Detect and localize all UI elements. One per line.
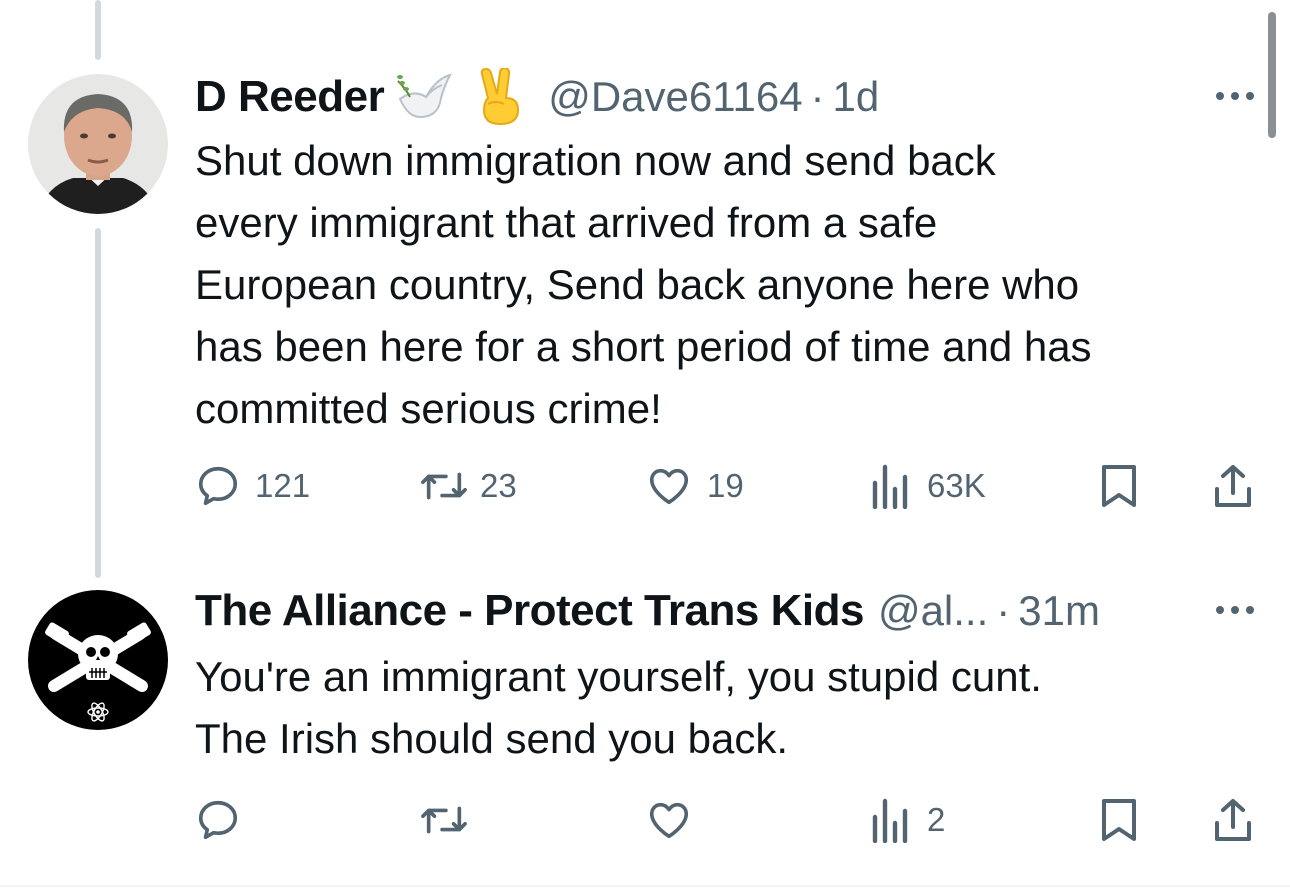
header-separator: · <box>810 73 825 120</box>
scrollbar[interactable] <box>1268 12 1276 138</box>
share-button[interactable] <box>1211 792 1255 848</box>
tweet-actions: 121 23 19 63K <box>195 458 1261 514</box>
tweet-actions: 2 <box>195 792 1261 848</box>
more-dot <box>1216 92 1224 100</box>
reply-icon <box>195 797 241 843</box>
author-name[interactable]: D Reeder <box>195 72 385 122</box>
author-handle[interactable]: @al... <box>878 587 988 635</box>
heart-icon <box>645 463 693 509</box>
like-button[interactable] <box>645 792 707 848</box>
thread-line-connector <box>95 228 101 578</box>
tweet-header: The Alliance - Protect Trans Kids @al...… <box>195 582 1100 640</box>
share-button[interactable] <box>1211 458 1255 514</box>
more-dot <box>1246 92 1254 100</box>
bookmark-button[interactable] <box>1100 792 1138 848</box>
divider <box>0 885 1290 887</box>
tweet-text: You're an immigrant yourself, you stupid… <box>195 653 1042 762</box>
share-icon <box>1211 463 1255 509</box>
reply-count: 121 <box>255 467 311 504</box>
more-dot <box>1246 606 1254 614</box>
reply-icon <box>195 463 241 509</box>
like-count: 19 <box>707 467 744 504</box>
tweet-timestamp[interactable]: 31m <box>1018 587 1100 635</box>
views-count: 63K <box>927 467 986 504</box>
reply-button[interactable]: 121 <box>195 458 310 514</box>
views-button[interactable]: 2 <box>871 792 945 848</box>
more-options-button[interactable] <box>1216 606 1254 614</box>
author-name[interactable]: The Alliance - Protect Trans Kids <box>195 586 864 636</box>
author-handle[interactable]: @Dave61164 <box>548 73 802 121</box>
retweet-count: 23 <box>480 467 517 504</box>
avatar-d-reeder[interactable] <box>28 74 168 214</box>
views-count: 2 <box>927 801 946 838</box>
bookmark-icon <box>1100 463 1138 509</box>
avatar-the-alliance[interactable] <box>28 590 168 730</box>
retweet-button[interactable]: 23 <box>418 458 517 514</box>
views-button[interactable]: 63K <box>871 458 986 514</box>
retweet-button[interactable] <box>418 792 484 848</box>
more-dot <box>1231 92 1239 100</box>
header-separator: · <box>996 587 1011 634</box>
retweet-icon <box>418 797 470 843</box>
more-dot <box>1216 606 1224 614</box>
thread-line-top <box>95 0 101 60</box>
bookmark-button[interactable] <box>1100 458 1138 514</box>
more-dot <box>1231 606 1239 614</box>
bookmark-icon <box>1100 797 1138 843</box>
dove-with-olive-branch-icon <box>396 69 454 125</box>
victory-hand-icon <box>476 68 524 126</box>
share-icon <box>1211 797 1255 843</box>
heart-icon <box>645 797 693 843</box>
tweet-timestamp[interactable]: 1d <box>833 73 880 121</box>
tweet-text: Shut down immigration now and send back … <box>195 137 1092 432</box>
retweet-icon <box>418 463 470 509</box>
analytics-icon <box>871 463 913 509</box>
reply-button[interactable] <box>195 792 255 848</box>
analytics-icon <box>871 797 913 843</box>
tweet-header: D Reeder @Dave61164 · 1d <box>195 68 879 126</box>
like-button[interactable]: 19 <box>645 458 744 514</box>
more-options-button[interactable] <box>1216 92 1254 100</box>
